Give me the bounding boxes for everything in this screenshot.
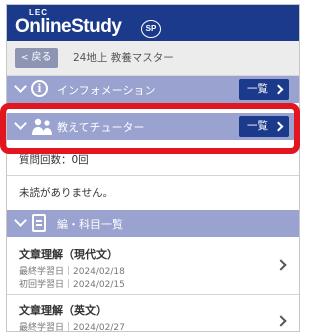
- information-list-button[interactable]: 一覧: [239, 79, 289, 100]
- unread-message: 未読がありません。: [19, 187, 114, 199]
- chevron-left-icon: <: [21, 53, 29, 63]
- sub-navigation-bar: < 戻る 24地上 教養マスター: [7, 41, 299, 76]
- chevron-down-icon: [14, 214, 27, 227]
- subject-title: 文章理解（現代文）: [19, 248, 118, 261]
- question-count: 質問回数：0回: [19, 154, 89, 166]
- section-subject-list[interactable]: 編・科目一覧: [7, 210, 299, 237]
- book-icon: [32, 214, 46, 232]
- subject-item[interactable]: 文章理解（英文） 最終学習日｜2024/02/27: [7, 295, 299, 332]
- section-information-label: インフォメーション: [57, 84, 156, 97]
- subject-item[interactable]: 文章理解（現代文） 最終学習日｜2024/02/18 初回学習日｜2024/02…: [7, 239, 299, 294]
- info-icon: i: [31, 80, 48, 97]
- first-study-date: 初回学習日｜2024/02/15: [19, 280, 125, 290]
- tutor-list-button-label: 一覧: [247, 120, 268, 132]
- people-icon: [32, 118, 52, 135]
- logo-online-study: OnlineStudy: [15, 16, 122, 37]
- tutor-list-button[interactable]: 一覧: [239, 116, 289, 137]
- information-list-button-label: 一覧: [247, 83, 268, 95]
- section-ask-tutor[interactable]: 教えてチューター 一覧: [7, 113, 299, 140]
- section-information[interactable]: i インフォメーション 一覧: [7, 76, 299, 103]
- chevron-right-icon: [275, 315, 287, 327]
- app-header: LEC OnlineStudy SP: [7, 5, 299, 41]
- course-title: 24地上 教養マスター: [73, 52, 174, 64]
- chevron-right-icon: [275, 259, 287, 271]
- last-study-date: 最終学習日｜2024/02/18: [19, 267, 125, 277]
- last-study-date: 最終学習日｜2024/02/27: [19, 323, 125, 332]
- section-subject-list-label: 編・科目一覧: [57, 218, 123, 231]
- chevron-right-icon: [273, 84, 284, 95]
- logo-sp-badge: SP: [141, 20, 161, 38]
- subject-title: 文章理解（英文）: [19, 304, 107, 317]
- back-button[interactable]: < 戻る: [15, 48, 58, 68]
- back-button-label: 戻る: [31, 52, 52, 63]
- section-ask-tutor-label: 教えてチューター: [57, 121, 145, 134]
- app-frame: LEC OnlineStudy SP < 戻る 24地上 教養マスター i インフ…: [6, 4, 300, 332]
- divider: [7, 175, 299, 176]
- chevron-down-icon: [14, 117, 27, 130]
- chevron-down-icon: [14, 80, 27, 93]
- chevron-right-icon: [273, 121, 284, 132]
